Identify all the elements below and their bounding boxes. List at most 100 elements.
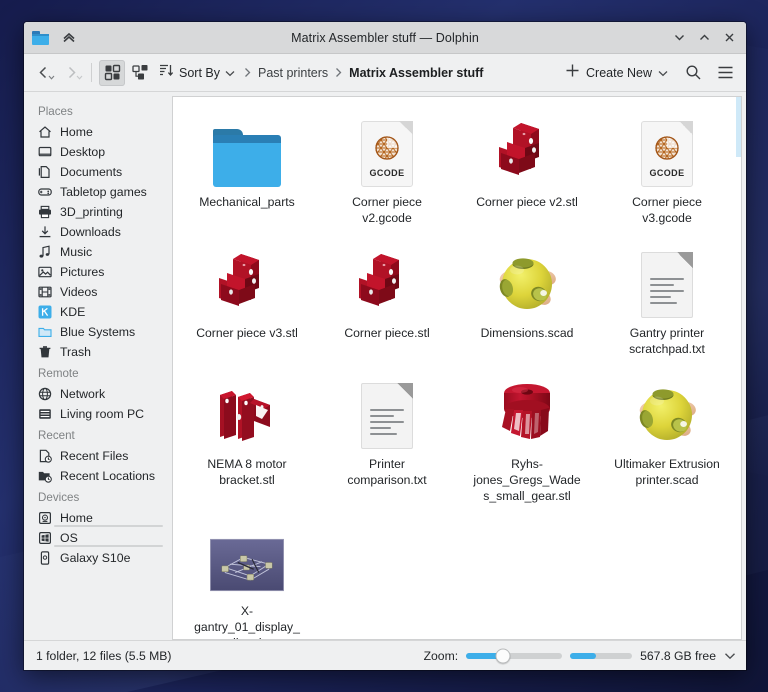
icon-view-icon[interactable]	[99, 59, 125, 86]
desktop-icon	[38, 145, 52, 159]
back-history-chevron-down-icon[interactable]	[48, 67, 55, 85]
file-thumbnail	[630, 375, 704, 449]
forward-history-chevron-down-icon[interactable]	[76, 67, 83, 85]
smartphone-icon	[38, 551, 52, 565]
sidebar-item-downloads[interactable]: Downloads	[24, 222, 172, 242]
file-thumbnail: GCODE	[350, 113, 424, 187]
file-item[interactable]: Gantry printer scratchpad.txt	[597, 234, 737, 363]
sort-by-chevron-down-icon[interactable]	[225, 64, 235, 82]
sidebar-item-documents[interactable]: Documents	[24, 162, 172, 182]
sidebar-item-home[interactable]: Home	[24, 122, 172, 142]
create-new-button[interactable]: Create New	[561, 60, 672, 86]
maximize-button[interactable]	[693, 27, 715, 49]
text-file-icon	[361, 383, 413, 449]
file-item[interactable]: Mechanical_parts	[177, 103, 317, 232]
file-item[interactable]: Printer comparison.txt	[317, 365, 457, 510]
window-titlebar: Matrix Assembler stuff — Dolphin	[24, 22, 746, 54]
sidebar-item-trash[interactable]: Trash	[24, 342, 172, 362]
double-chevron-up-icon[interactable]	[58, 27, 80, 49]
sidebar-item-kde[interactable]: KDE	[24, 302, 172, 322]
sidebar-item-galaxy-s10e[interactable]: Galaxy S10e	[24, 548, 172, 568]
free-space-chevron-down-icon[interactable]	[724, 652, 736, 660]
sidebar-section-recent: Recent	[38, 429, 75, 442]
minimize-button[interactable]	[668, 27, 690, 49]
free-space-capacity-bar	[570, 652, 633, 659]
file-thumbnail	[210, 522, 284, 596]
sort-by-button[interactable]: Sort By	[155, 60, 239, 86]
file-label: Ultimaker Extrusion printer.scad	[614, 457, 720, 487]
file-label: Corner piece v2.gcode	[352, 195, 422, 225]
file-item[interactable]: Ultimaker Extrusion printer.scad	[597, 365, 737, 510]
sidebar-item-recent-files[interactable]: Recent Files	[24, 446, 172, 466]
sidebar-item-blue-systems[interactable]: Blue Systems	[24, 322, 172, 342]
sidebar-section-places: Places	[38, 105, 73, 118]
sidebar-item-pictures[interactable]: Pictures	[24, 262, 172, 282]
window-body: Places Home Desktop Documents Tabletop games…	[24, 92, 746, 640]
file-label: Printer comparison.txt	[347, 457, 427, 487]
file-thumbnail	[630, 244, 704, 318]
sidebar-item-label: OS	[60, 531, 78, 545]
sidebar-item-recent-locations[interactable]: Recent Locations	[24, 466, 172, 486]
sidebar-item-home[interactable]: Home	[24, 508, 172, 528]
file-grid: Mechanical_parts GCODE Corner piece v2.gco…	[173, 97, 741, 639]
file-item[interactable]: Corner piece v3.stl	[177, 234, 317, 363]
file-label: Corner piece v2.stl	[476, 195, 578, 209]
breadcrumb-item-current[interactable]: Matrix Assembler stuff	[346, 64, 486, 82]
breadcrumb-item-0[interactable]: Past printers	[255, 64, 331, 82]
file-item[interactable]: Corner piece.stl	[317, 234, 457, 363]
device-capacity-bar	[54, 544, 163, 547]
sidebar-item-music[interactable]: Music	[24, 242, 172, 262]
dolphin-window: Matrix Assembler stuff — Dolphin Sort By…	[24, 22, 746, 670]
forward-button[interactable]	[58, 60, 84, 86]
server-icon	[38, 407, 52, 421]
file-item[interactable]: GCODE Corner piece v2.gcode	[317, 103, 457, 232]
sidebar-section-devices: Devices	[38, 491, 80, 504]
file-item[interactable]: X-gantry_01_display_medium.jpeg	[177, 512, 317, 639]
sidebar-item-tabletop-games[interactable]: Tabletop games	[24, 182, 172, 202]
printer-icon	[38, 205, 52, 219]
file-label: X-gantry_01_display_medium.jpeg	[194, 604, 300, 639]
file-label: Dimensions.scad	[480, 326, 574, 340]
sidebar-item-label: Documents	[60, 165, 123, 179]
sidebar-item-os[interactable]: OS	[24, 528, 172, 548]
drive-windows-icon	[38, 531, 52, 545]
file-view[interactable]: Mechanical_parts GCODE Corner piece v2.gco…	[172, 96, 742, 640]
file-item[interactable]: Ryhs-jones_Gregs_Wades_small_gear.stl	[457, 365, 597, 510]
close-button[interactable]	[718, 27, 740, 49]
trash-icon	[38, 345, 52, 359]
stl-corner-piece-icon	[359, 254, 399, 306]
back-button[interactable]	[30, 60, 56, 86]
music-note-icon	[38, 245, 52, 259]
sidebar-item-desktop[interactable]: Desktop	[24, 142, 172, 162]
file-item[interactable]: Corner piece v2.stl	[457, 103, 597, 232]
breadcrumb-separator-icon	[334, 67, 343, 78]
file-thumbnail	[210, 244, 284, 318]
file-item[interactable]: GCODE Corner piece v3.gcode	[597, 103, 737, 232]
hamburger-menu-icon[interactable]	[712, 60, 738, 86]
sidebar-item-3d-printing[interactable]: 3D_printing	[24, 202, 172, 222]
status-summary: 1 folder, 12 files (5.5 MB)	[36, 648, 172, 663]
sidebar-item-label: Home	[60, 511, 93, 525]
image-thumbnail	[210, 538, 284, 592]
search-icon[interactable]	[680, 60, 706, 86]
stl-motor-bracket-icon	[220, 391, 270, 441]
file-label: NEMA 8 motor bracket.stl	[207, 457, 287, 487]
sidebar-item-label: KDE	[60, 305, 86, 319]
sidebar-item-network[interactable]: Network	[24, 384, 172, 404]
create-new-chevron-down-icon[interactable]	[658, 64, 668, 82]
documents-icon	[38, 165, 52, 179]
file-thumbnail	[490, 244, 564, 318]
file-item[interactable]: NEMA 8 motor bracket.stl	[177, 365, 317, 510]
file-thumbnail	[490, 113, 564, 187]
split-view-icon[interactable]	[127, 60, 153, 86]
file-label: Corner piece.stl	[344, 326, 430, 340]
sidebar-item-videos[interactable]: Videos	[24, 282, 172, 302]
file-item[interactable]: Dimensions.scad	[457, 234, 597, 363]
sidebar-item-label: Music	[60, 245, 93, 259]
file-thumbnail	[490, 375, 564, 449]
stl-gear-icon	[502, 384, 550, 439]
sidebar-item-label: Desktop	[60, 145, 106, 159]
sidebar-item-living-room-pc[interactable]: Living room PC	[24, 404, 172, 424]
zoom-slider[interactable]	[466, 648, 563, 663]
file-label: Ryhs-jones_Gregs_Wades_small_gear.stl	[473, 457, 581, 503]
